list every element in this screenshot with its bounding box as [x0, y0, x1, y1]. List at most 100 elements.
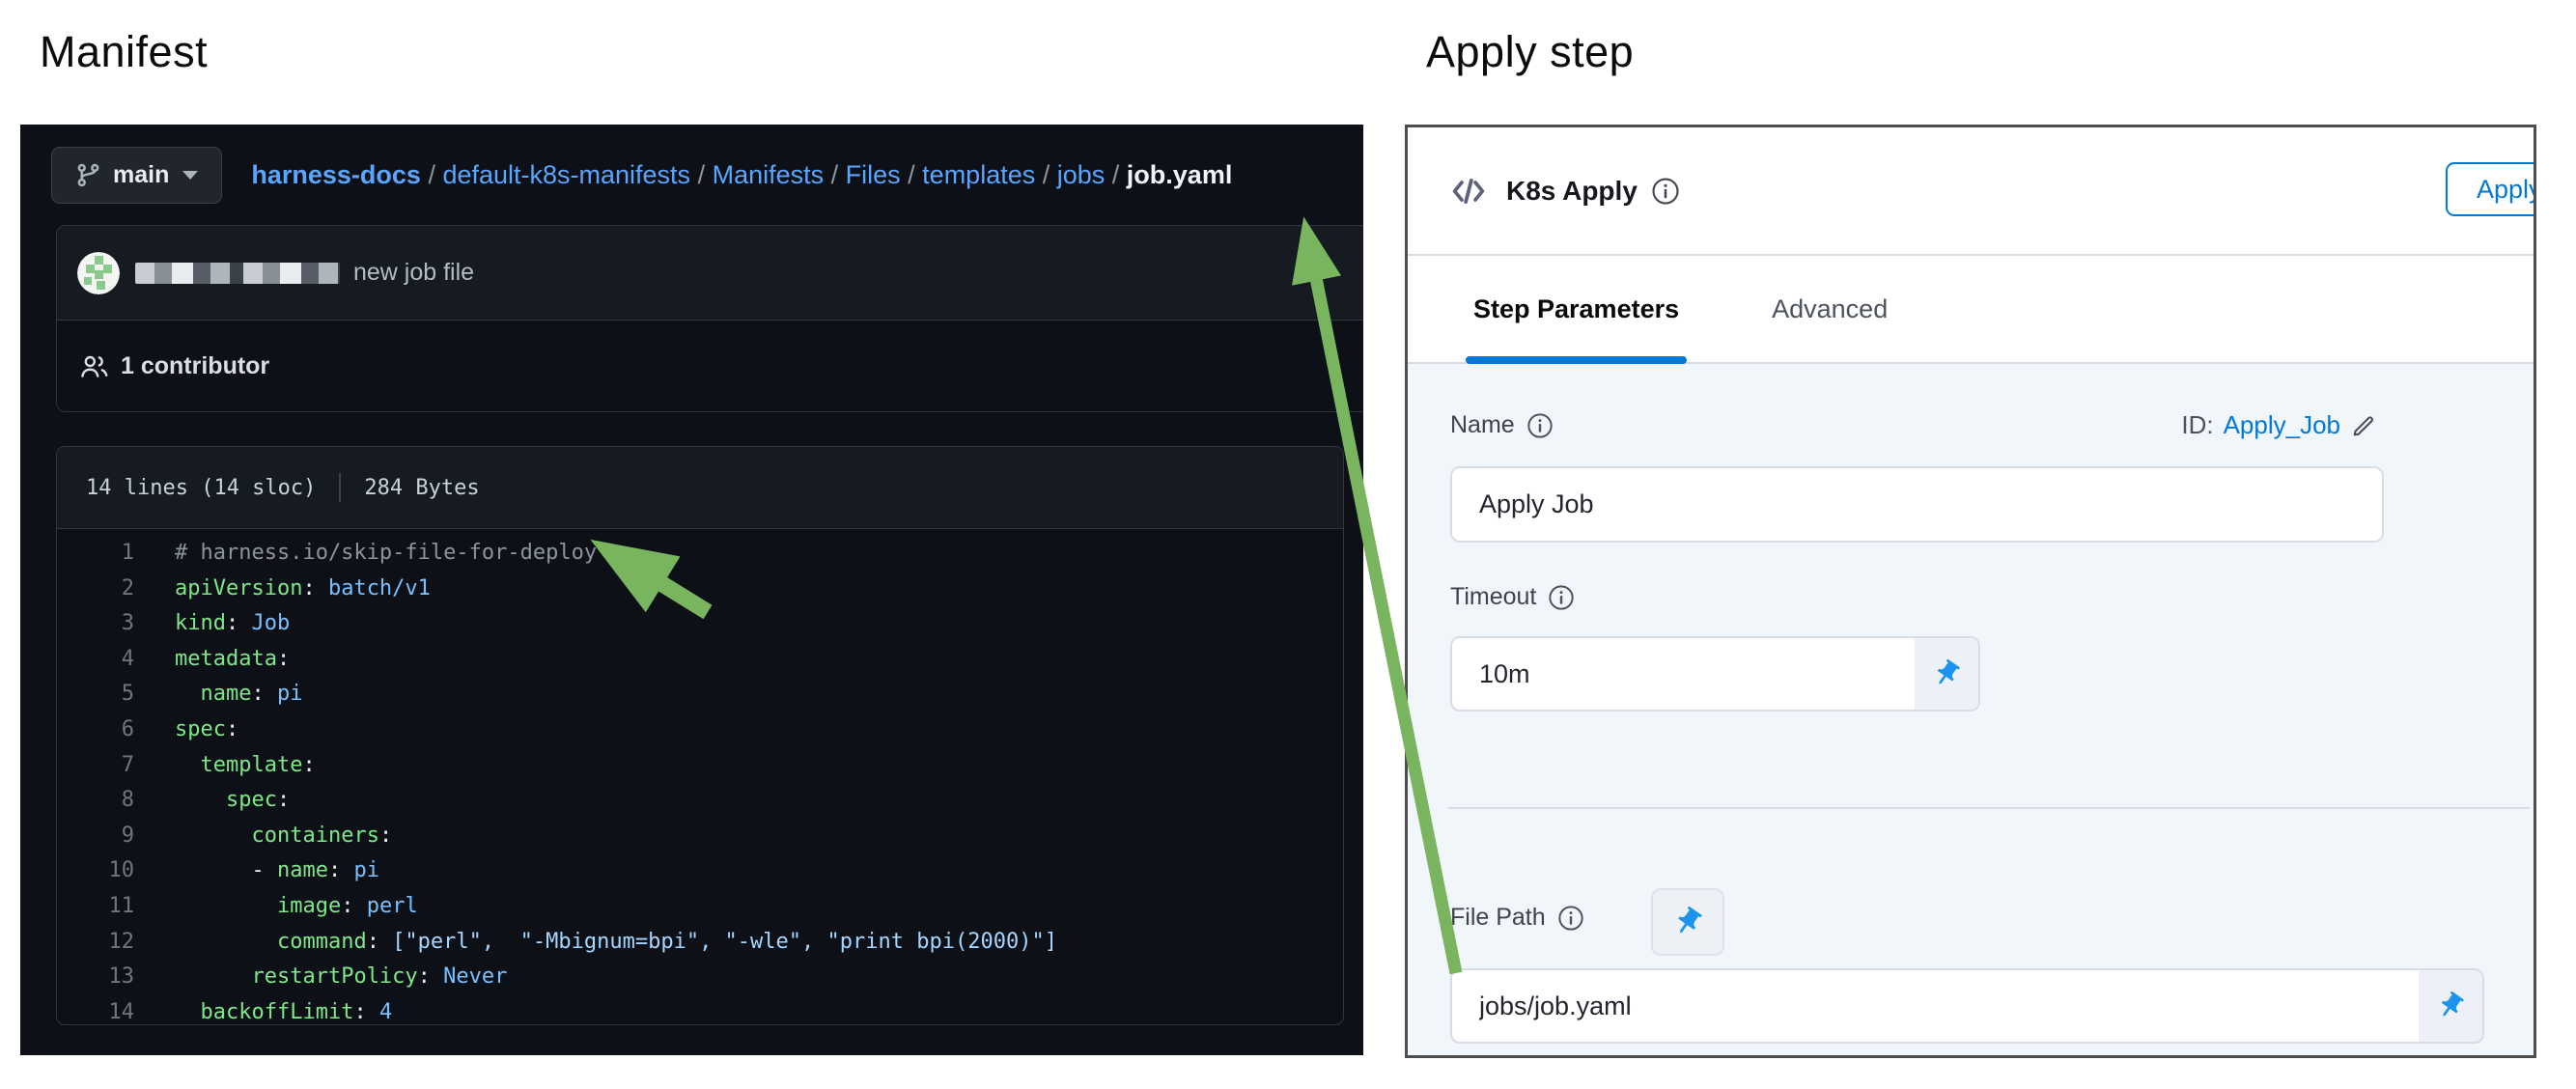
timeout-label-row: Timeout: [1450, 583, 1575, 611]
branch-selector[interactable]: main: [51, 147, 222, 204]
github-file-panel: main harness-docs / default-k8s-manifest…: [20, 125, 1363, 1055]
timeout-input-box: [1450, 636, 1980, 712]
line-number[interactable]: 2: [57, 572, 134, 607]
code-line: 1 # harness.io/skip-file-for-deploy: [57, 536, 1343, 572]
breadcrumb-current-file: job.yaml: [1127, 160, 1233, 189]
line-number[interactable]: 4: [57, 642, 134, 678]
chevron-down-icon: [182, 171, 198, 180]
k8s-apply-step-panel: K8s Apply Apply Step Parameters Advanced…: [1405, 125, 2536, 1058]
name-label: Name: [1450, 411, 1515, 439]
breadcrumb-link[interactable]: harness-docs: [251, 160, 421, 189]
code-line: 10 - name: pi: [57, 853, 1343, 889]
code-text: containers:: [175, 819, 392, 854]
line-number[interactable]: 12: [57, 925, 134, 961]
file-path-label-row: File Path: [1450, 904, 1584, 932]
line-number[interactable]: 9: [57, 819, 134, 854]
file-path-input-box: [1450, 968, 2484, 1044]
git-branch-icon: [75, 162, 101, 188]
commit-message[interactable]: new job file: [353, 259, 474, 287]
breadcrumb-link[interactable]: templates: [922, 160, 1035, 189]
breadcrumb-link[interactable]: default-k8s-manifests: [442, 160, 690, 189]
code-line: 12 command: ["perl", "-Mbignum=bpi", "-w…: [57, 925, 1343, 961]
code-line: 9 containers:: [57, 819, 1343, 854]
breadcrumb-separator: /: [1035, 160, 1057, 189]
code-text: restartPolicy: Never: [175, 960, 507, 995]
breadcrumb-separator: /: [824, 160, 846, 189]
line-number[interactable]: 3: [57, 606, 134, 642]
line-number[interactable]: 11: [57, 889, 134, 925]
code-line: 13 restartPolicy: Never: [57, 960, 1343, 995]
step-title: K8s Apply: [1506, 176, 1638, 207]
name-input[interactable]: [1452, 468, 2382, 541]
latest-commit-row: new job file: [57, 226, 1363, 321]
info-icon[interactable]: [1526, 412, 1554, 439]
line-number[interactable]: 10: [57, 853, 134, 889]
file-path-pin-toggle[interactable]: [2419, 970, 2482, 1042]
breadcrumb-link[interactable]: jobs: [1057, 160, 1106, 189]
id-label: ID:: [2181, 410, 2213, 440]
code-text: metadata:: [175, 642, 290, 678]
name-label-row: Name: [1450, 411, 1554, 439]
code-line: 14 backoffLimit: 4: [57, 995, 1343, 1025]
timeout-label: Timeout: [1450, 583, 1536, 611]
tab-advanced[interactable]: Advanced: [1772, 256, 1888, 362]
code-text: image: perl: [175, 889, 418, 925]
apply-changes-button[interactable]: Apply: [2446, 162, 2536, 216]
file-path-pin-button[interactable]: [1651, 888, 1724, 956]
contributors-label[interactable]: 1 contributor: [121, 352, 269, 380]
code-text: name: pi: [175, 677, 302, 712]
line-number[interactable]: 8: [57, 783, 134, 819]
code-line: 6 spec:: [57, 712, 1343, 748]
line-number[interactable]: 1: [57, 536, 134, 572]
redacted-username: [135, 263, 340, 284]
edit-pencil-icon[interactable]: [2350, 412, 2377, 439]
info-icon[interactable]: [1557, 905, 1584, 932]
breadcrumb: harness-docs / default-k8s-manifests / M…: [251, 160, 1232, 190]
line-number[interactable]: 6: [57, 712, 134, 748]
file-stats-bar: 14 lines (14 sloc) 284 Bytes: [57, 447, 1343, 529]
commit-card: new job file 1 contributor: [56, 225, 1363, 412]
code-text: - name: pi: [175, 853, 379, 889]
timeout-pin-toggle[interactable]: [1915, 638, 1978, 710]
code-line: 7 template:: [57, 748, 1343, 784]
line-number[interactable]: 7: [57, 748, 134, 784]
timeout-input[interactable]: [1452, 638, 1915, 710]
repo-bar: main harness-docs / default-k8s-manifest…: [51, 125, 1232, 225]
breadcrumb-separator: /: [690, 160, 713, 189]
apply-step-title: Apply step: [1426, 27, 1634, 77]
branch-name: main: [113, 161, 169, 189]
code-text: spec:: [175, 712, 238, 748]
line-number[interactable]: 13: [57, 960, 134, 995]
code-text: # harness.io/skip-file-for-deploy: [175, 536, 597, 572]
code-line: 4 metadata:: [57, 642, 1343, 678]
info-icon[interactable]: [1651, 177, 1680, 206]
breadcrumb-separator: /: [1105, 160, 1127, 189]
breadcrumb-separator: /: [901, 160, 923, 189]
code-text: spec:: [175, 783, 290, 819]
info-icon[interactable]: [1548, 584, 1575, 611]
avatar[interactable]: [77, 252, 120, 294]
people-icon: [80, 351, 109, 380]
code-line: 5 name: pi: [57, 677, 1343, 712]
size-info: 284 Bytes: [364, 476, 479, 500]
code-line: 11 image: perl: [57, 889, 1343, 925]
section-divider: [1448, 807, 2530, 809]
code-text: backoffLimit: 4: [175, 995, 392, 1025]
breadcrumb-link[interactable]: Files: [846, 160, 901, 189]
file-path-label: File Path: [1450, 904, 1546, 932]
breadcrumb-link[interactable]: Manifests: [713, 160, 825, 189]
code-line: 3 kind: Job: [57, 606, 1343, 642]
code-text: command: ["perl", "-Mbignum=bpi", "-wle"…: [175, 925, 1057, 961]
code-card: 14 lines (14 sloc) 284 Bytes 1 # harness.…: [56, 446, 1344, 1025]
code-text: kind: Job: [175, 606, 290, 642]
lines-info: 14 lines (14 sloc): [86, 476, 316, 500]
manifest-title: Manifest: [40, 27, 208, 77]
step-id-group: ID: Apply_Job: [2181, 410, 2377, 440]
file-path-input[interactable]: [1452, 970, 2419, 1042]
id-value-link[interactable]: Apply_Job: [2224, 410, 2340, 440]
line-number[interactable]: 5: [57, 677, 134, 712]
tab-step-parameters[interactable]: Step Parameters: [1473, 256, 1679, 362]
line-number[interactable]: 14: [57, 995, 134, 1025]
code-text: apiVersion: batch/v1: [175, 572, 431, 607]
step-tabs: Step Parameters Advanced: [1408, 256, 2534, 364]
